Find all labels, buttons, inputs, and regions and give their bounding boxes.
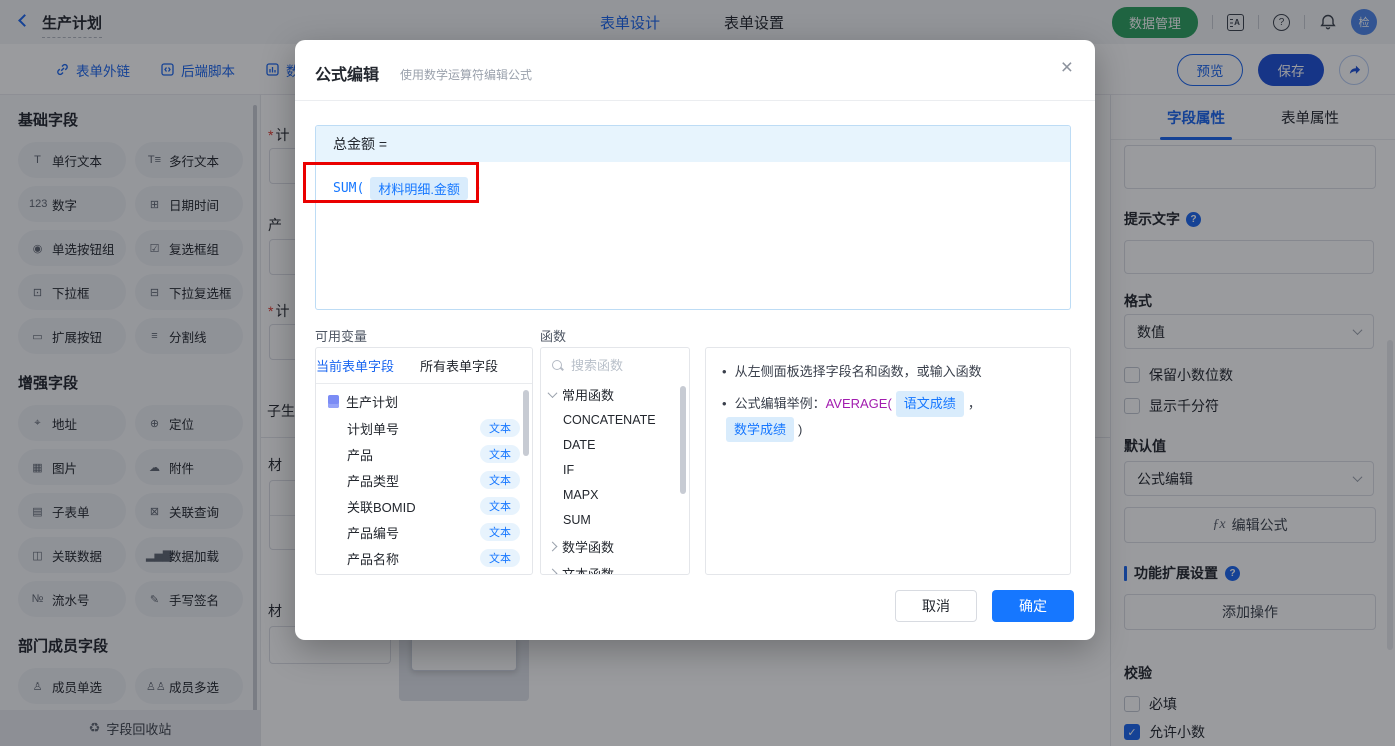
variable-field-type-badge: 文本 [480, 445, 520, 463]
variables-tabs: 当前表单字段 所有表单字段 [316, 348, 532, 384]
hint-line-2: • 公式编辑举例： AVERAGE( 语文成绩 ， 数学成绩 ) [722, 391, 1054, 443]
variable-field-row[interactable]: 产品名称 文本 [316, 545, 532, 571]
variable-field-type-badge: 文本 [480, 497, 520, 515]
function-search [541, 348, 689, 381]
app-screen: 生产计划 表单设计 表单设置 数据管理 A ? 检 表单外链 后端脚本 预览 保… [0, 0, 1395, 746]
search-icon [552, 359, 564, 372]
variable-field-row[interactable]: 关联BOMID 文本 [316, 493, 532, 519]
variable-field-row[interactable]: 产品 文本 [316, 441, 532, 467]
modal-title: 公式编辑 [315, 67, 380, 84]
function-group-math[interactable]: 数学函数 [541, 533, 689, 560]
example-field-chip: 语文成绩 [895, 391, 964, 417]
form-tree-root[interactable]: 生产计划 [316, 384, 532, 415]
variables-tab[interactable]: 所有表单字段 [420, 356, 498, 375]
variables-label: 可用变量 [315, 329, 368, 344]
formula-edit-modal: 公式编辑 使用数学运算符编辑公式 × 总金额 = SUM( 材料明细.金额 ) … [295, 40, 1095, 640]
function-item[interactable]: SUM [541, 508, 689, 533]
variable-field-row[interactable]: 产品类型 文本 [316, 467, 532, 493]
variables-panel: 当前表单字段 所有表单字段 生产计划 计划单号 文本 产品 文本 产品类型 文本… [315, 347, 533, 575]
form-doc-icon [328, 395, 339, 408]
hint-panel: • 从左侧面板选择字段名和函数，或输入函数 • 公式编辑举例： AVERAGE(… [705, 347, 1071, 575]
example-function: AVERAGE( [825, 396, 892, 412]
confirm-button[interactable]: 确定 [992, 590, 1074, 622]
function-group-text[interactable]: 文本函数 [541, 560, 689, 574]
variable-field-name: 产品 [347, 447, 374, 463]
variable-field-name: 产品类型 [347, 473, 400, 489]
variable-field-list: 计划单号 文本 产品 文本 产品类型 文本 关联BOMID 文本 产品编号 文本… [316, 415, 532, 571]
formula-target-bar: 总金额 = [316, 126, 1070, 162]
function-search-input[interactable] [571, 358, 671, 373]
function-item[interactable]: MAPX [541, 483, 689, 508]
formula-expression-area[interactable]: SUM( 材料明细.金额 ) [316, 162, 1070, 215]
cancel-button[interactable]: 取消 [895, 590, 977, 622]
bullet-icon: • [722, 396, 727, 412]
chevron-right-icon [547, 568, 558, 574]
chevron-down-icon [547, 388, 558, 399]
example-field-chip: 数学成绩 [726, 416, 795, 443]
variable-field-name: 关联BOMID [347, 499, 416, 515]
functions-panel: 常用函数 CONCATENATEDATEIFMAPXSUM 数学函数 文本函数 [540, 347, 690, 575]
modal-subtitle: 使用数学运算符编辑公式 [400, 68, 533, 82]
variable-field-name: 产品编号 [347, 525, 400, 541]
functions-scrollbar[interactable] [680, 386, 686, 494]
function-item[interactable]: IF [541, 458, 689, 483]
variables-scrollbar[interactable] [523, 390, 529, 456]
formula-function: SUM( [333, 181, 365, 196]
variables-tab[interactable]: 当前表单字段 [316, 356, 394, 375]
variable-field-type-badge: 文本 [480, 523, 520, 541]
bullet-icon: • [722, 364, 727, 379]
variable-field-name: 计划单号 [347, 421, 400, 437]
variable-field-row[interactable]: 产品编号 文本 [316, 519, 532, 545]
divider [295, 100, 1095, 101]
functions-label: 函数 [540, 329, 567, 344]
function-item[interactable]: DATE [541, 433, 689, 458]
close-icon[interactable]: × [1061, 57, 1073, 78]
chevron-right-icon [547, 541, 558, 552]
formula-editor: 总金额 = SUM( 材料明细.金额 ) [315, 125, 1071, 310]
hint-line-1: • 从左侧面板选择字段名和函数，或输入函数 [722, 361, 1054, 382]
function-item-list: CONCATENATE DATE IF MAPX SUM [541, 408, 689, 533]
function-item[interactable]: CONCATENATE [541, 408, 689, 433]
variable-field-row[interactable]: 计划单号 文本 [316, 415, 532, 441]
variable-field-type-badge: 文本 [480, 549, 520, 567]
formula-close-paren: ) [473, 181, 482, 196]
variable-field-type-badge: 文本 [480, 419, 520, 437]
formula-field-chip[interactable]: 材料明细.金额 [370, 177, 468, 200]
function-group-common[interactable]: 常用函数 [541, 381, 689, 408]
variable-field-name: 产品名称 [347, 551, 400, 567]
variable-field-type-badge: 文本 [480, 471, 520, 489]
